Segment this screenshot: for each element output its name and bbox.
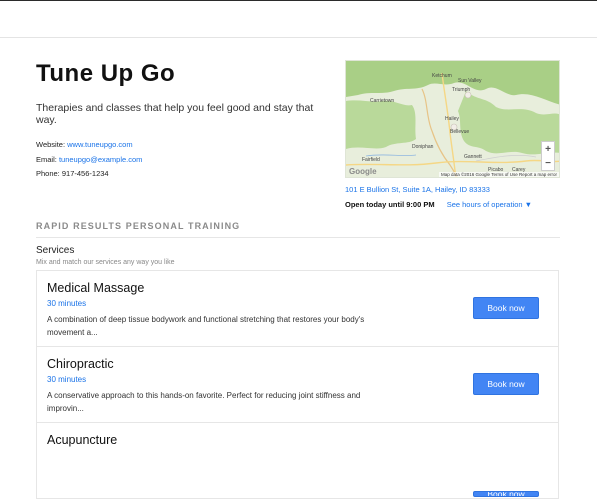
- phone-number: 917-456-1234: [61, 169, 109, 178]
- service-card: Acupuncture Book now: [37, 423, 558, 499]
- email-row: Email: tuneupgo@example.com: [36, 153, 336, 168]
- book-now-button[interactable]: Book now: [473, 491, 539, 497]
- business-tagline: Therapies and classes that help you feel…: [36, 102, 314, 126]
- business-name: Tune Up Go: [36, 60, 176, 87]
- contact-info: Website: www.tuneupgo.com Email: tuneupg…: [36, 138, 336, 182]
- book-now-button[interactable]: Book now: [473, 373, 539, 395]
- google-logo: Google: [349, 167, 377, 176]
- see-hours-link[interactable]: See hours of operation ▼: [447, 200, 532, 209]
- map-footer[interactable]: Map data ©2016 Google Terms of Use Repor…: [438, 172, 559, 177]
- map-label-triumph: Triumph: [452, 87, 471, 93]
- map-zoom-control: + −: [541, 141, 555, 171]
- map-label-gannett: Gannett: [464, 154, 482, 160]
- phone-row: Phone: 917-456-1234: [36, 167, 336, 182]
- zoom-out-icon[interactable]: −: [545, 158, 551, 169]
- map-label-fairfield: Fairfield: [362, 157, 380, 163]
- location-map[interactable]: Ketchum Sun Valley Triumph Carrietown Ha…: [345, 60, 560, 178]
- website-link[interactable]: www.tuneupgo.com: [67, 140, 132, 149]
- service-name: Chiropractic: [47, 357, 114, 371]
- book-now-button[interactable]: Book now: [473, 297, 539, 319]
- website-row: Website: www.tuneupgo.com: [36, 138, 336, 153]
- services-heading: Services: [36, 245, 75, 256]
- section-title: RAPID RESULTS PERSONAL TRAINING: [36, 221, 560, 238]
- map-label-sun-valley: Sun Valley: [458, 78, 482, 84]
- services-section: RAPID RESULTS PERSONAL TRAINING Services…: [36, 221, 560, 266]
- map-label-hailey: Hailey: [445, 116, 459, 122]
- open-status: Open today until 9:00 PM: [345, 200, 435, 209]
- map-label-bellevue: Bellevue: [450, 129, 470, 135]
- zoom-in-icon[interactable]: +: [545, 144, 551, 155]
- service-name: Acupuncture: [47, 433, 118, 447]
- service-description: A conservative approach to this hands-on…: [47, 391, 361, 413]
- service-name: Medical Massage: [47, 281, 145, 295]
- address-link[interactable]: 101 E Bullion St, Suite 1A, Hailey, ID 8…: [345, 185, 490, 194]
- phone-label: Phone:: [36, 169, 60, 178]
- map-label-doniphan: Doniphan: [412, 144, 434, 150]
- service-description: A combination of deep tissue bodywork an…: [47, 315, 365, 337]
- business-info: Tune Up Go Therapies and classes that he…: [36, 60, 336, 182]
- services-list: Medical Massage 30 minutes A combination…: [36, 270, 559, 499]
- email-link[interactable]: tuneupgo@example.com: [59, 155, 143, 164]
- top-bar: [0, 0, 597, 38]
- services-subheading: Mix and match our services any way you l…: [36, 259, 175, 266]
- map-label-ketchum: Ketchum: [432, 73, 452, 79]
- website-label: Website:: [36, 140, 66, 149]
- service-card: Chiropractic 30 minutes A conservative a…: [37, 347, 558, 423]
- service-card: Medical Massage 30 minutes A combination…: [37, 271, 558, 347]
- map-label-carrietown: Carrietown: [370, 98, 395, 104]
- open-hours-row: Open today until 9:00 PM See hours of op…: [345, 200, 532, 209]
- email-label: Email:: [36, 154, 57, 164]
